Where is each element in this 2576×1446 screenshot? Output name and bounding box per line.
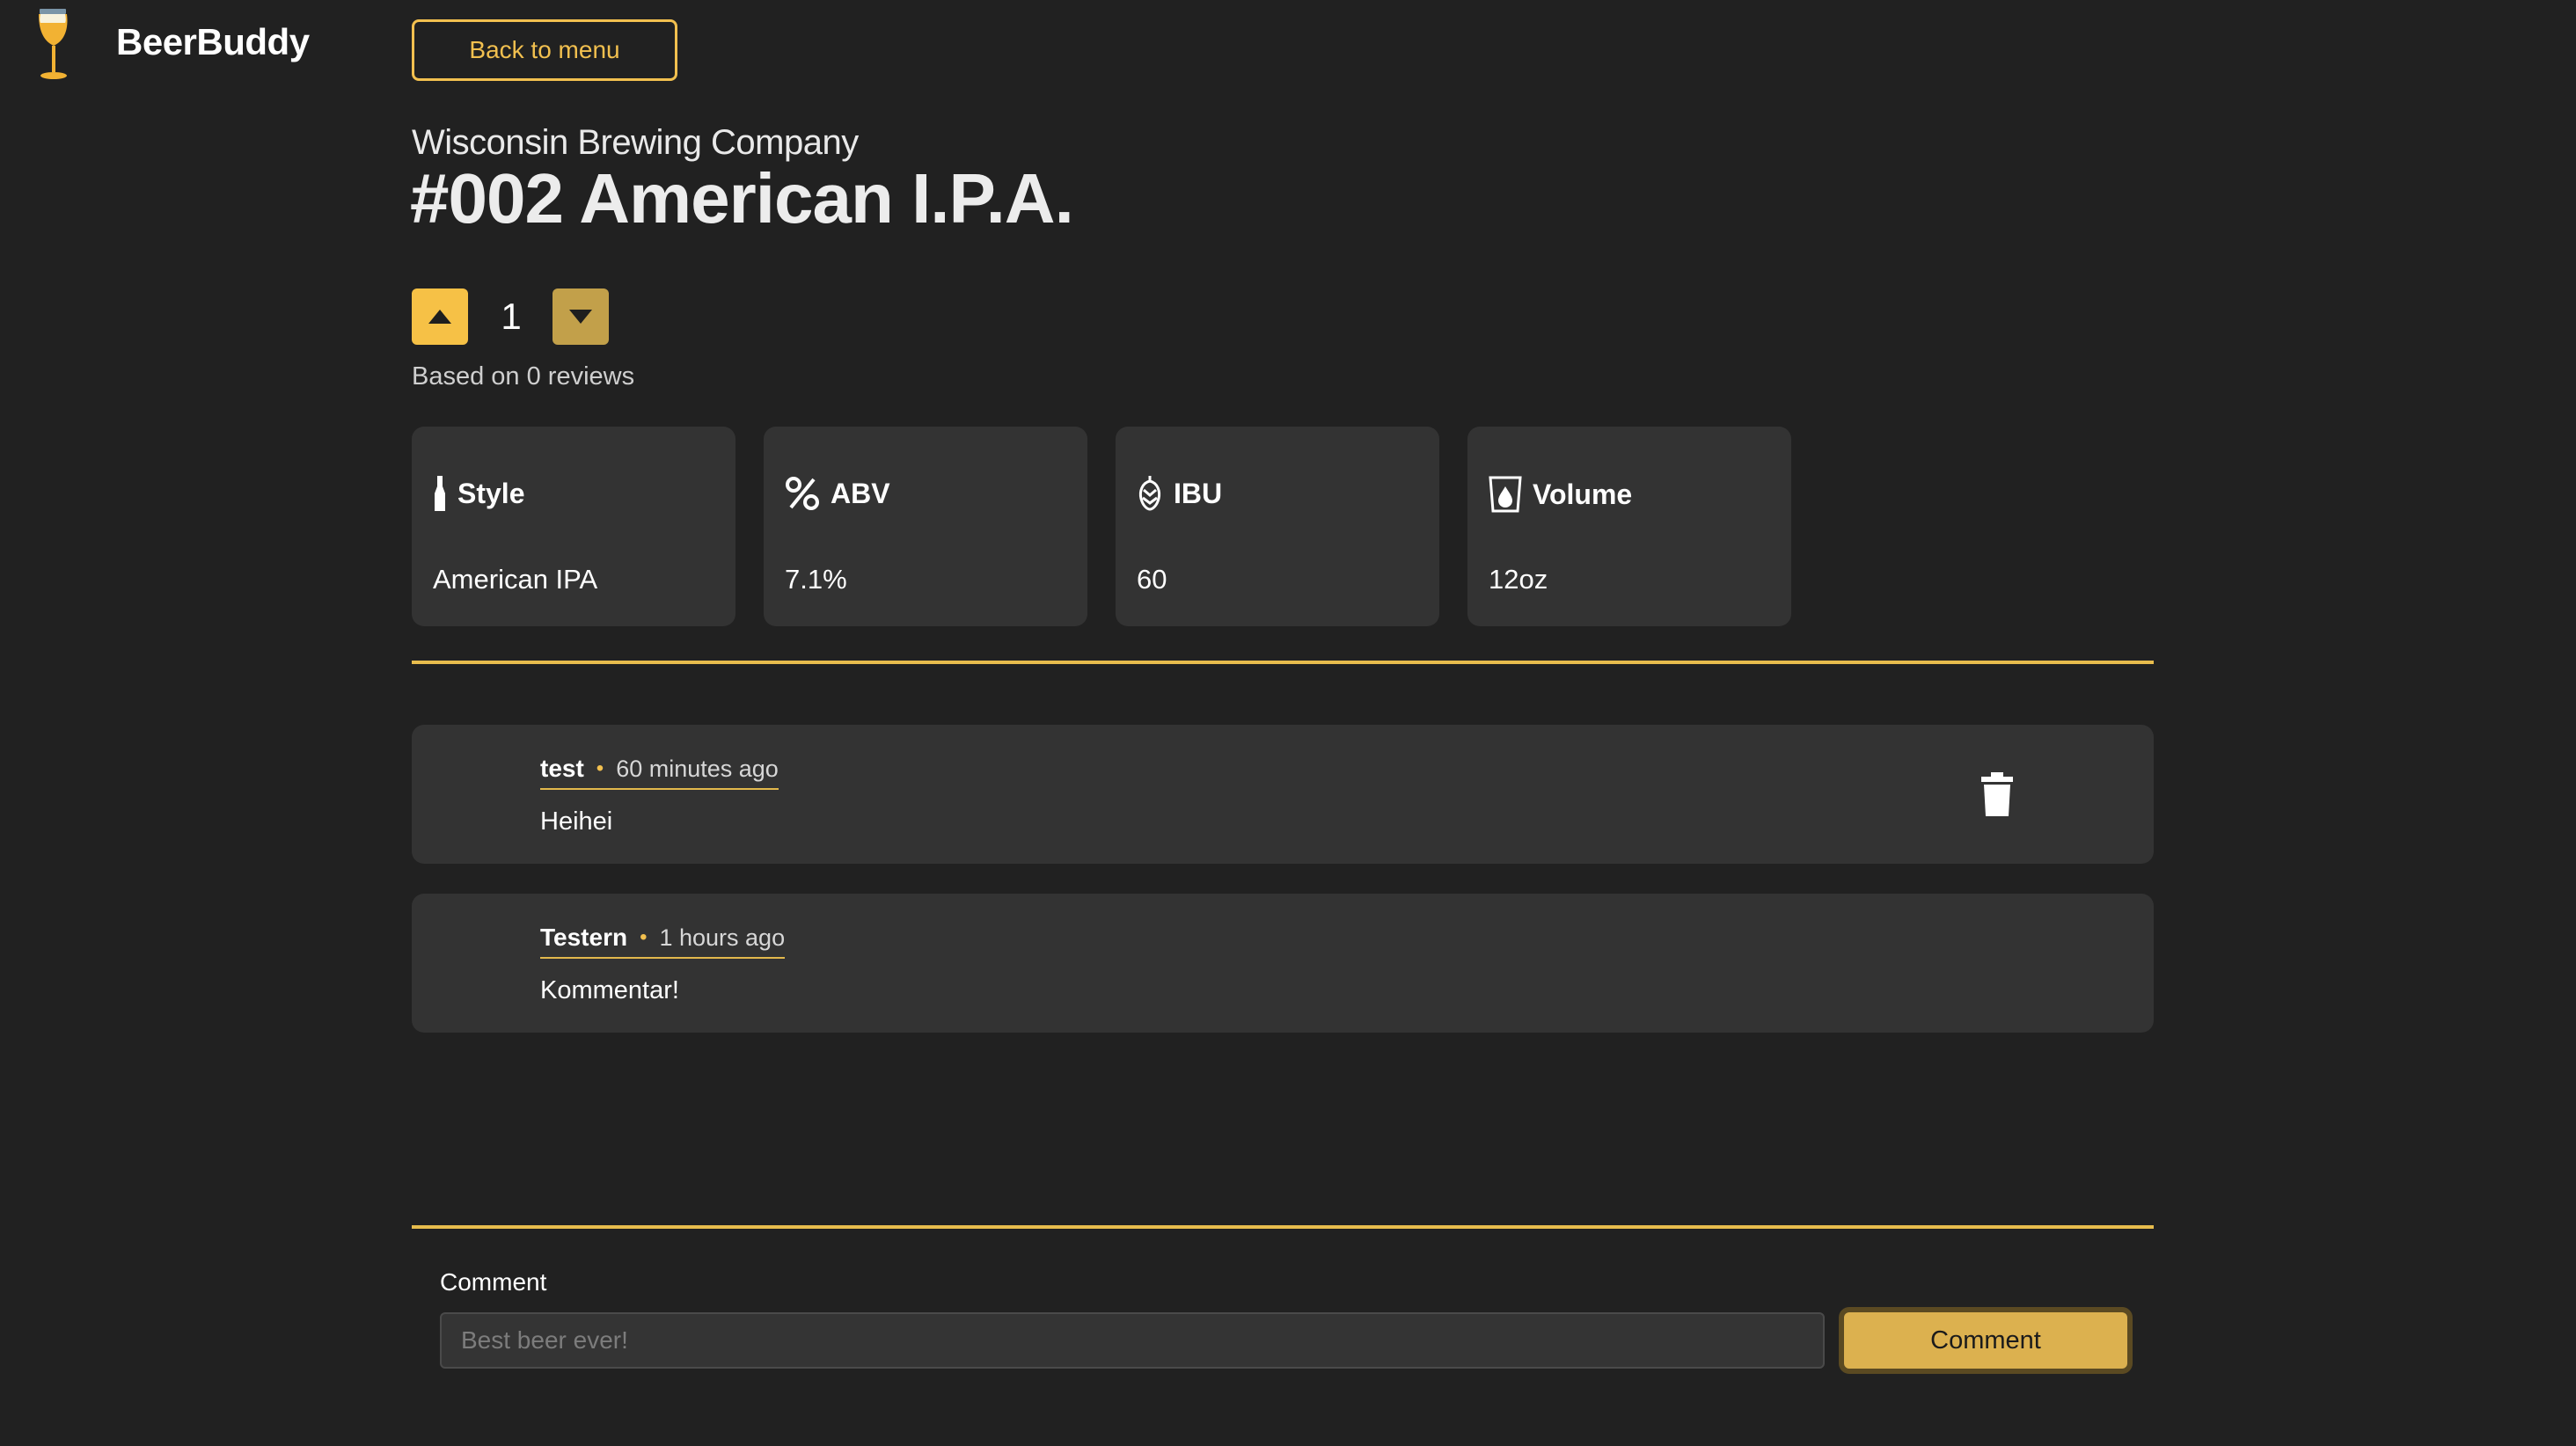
comment-timestamp: 1 hours ago xyxy=(659,924,786,951)
separator-dot: • xyxy=(596,756,604,780)
beer-detail-page: BeerBuddy Back to menu Wisconsin Brewing… xyxy=(0,0,2576,1446)
upvote-button[interactable] xyxy=(412,288,468,345)
caret-down-icon xyxy=(569,310,592,324)
comment-input[interactable] xyxy=(440,1312,1825,1369)
brewery-name: Wisconsin Brewing Company xyxy=(412,123,859,162)
comment-author[interactable]: Testern xyxy=(540,924,627,952)
stat-label: Volume xyxy=(1533,478,1633,510)
stat-value: 60 xyxy=(1137,564,1167,595)
volume-drop-icon xyxy=(1489,476,1522,513)
hop-icon xyxy=(1138,476,1161,511)
downvote-button[interactable] xyxy=(553,288,609,345)
comment-meta: test • 60 minutes ago xyxy=(540,755,779,790)
comment-timestamp: 60 minutes ago xyxy=(616,755,779,782)
separator-dot: • xyxy=(640,925,648,949)
beer-glass-icon[interactable] xyxy=(33,9,74,81)
stat-card-volume: Volume 12oz xyxy=(1467,427,1791,626)
comment-text: Heihei xyxy=(540,807,613,836)
review-count-text: Based on 0 reviews xyxy=(412,362,635,391)
comment-item: test • 60 minutes ago Heihei xyxy=(412,725,2154,864)
stat-value: 12oz xyxy=(1489,564,1548,595)
comment-author[interactable]: test xyxy=(540,755,584,783)
percent-icon xyxy=(786,477,819,510)
caret-up-icon xyxy=(428,310,451,324)
stat-value: American IPA xyxy=(433,564,598,595)
comment-field-label: Comment xyxy=(440,1268,547,1296)
stat-card-abv: ABV 7.1% xyxy=(764,427,1087,626)
stat-label: Style xyxy=(457,477,525,509)
page-title: #002 American I.P.A. xyxy=(410,159,1074,237)
stat-label: ABV xyxy=(831,477,890,509)
section-divider xyxy=(412,661,2154,664)
comment-meta: Testern • 1 hours ago xyxy=(540,924,786,959)
brand-name[interactable]: BeerBuddy xyxy=(116,21,310,63)
comment-text: Kommentar! xyxy=(540,976,679,1004)
back-to-menu-button[interactable]: Back to menu xyxy=(412,19,677,81)
comment-submit-button[interactable]: Comment xyxy=(1839,1307,2133,1374)
form-divider xyxy=(412,1225,2154,1229)
vote-count: 1 xyxy=(501,296,522,337)
comment-item: Testern • 1 hours ago Kommentar! xyxy=(412,894,2154,1033)
stat-card-ibu: IBU 60 xyxy=(1116,427,1439,626)
bottle-icon xyxy=(435,476,445,511)
stat-card-style: Style American IPA xyxy=(412,427,735,626)
trash-icon[interactable] xyxy=(1980,772,2015,816)
stat-value: 7.1% xyxy=(785,564,847,595)
stat-label: IBU xyxy=(1174,477,1223,509)
